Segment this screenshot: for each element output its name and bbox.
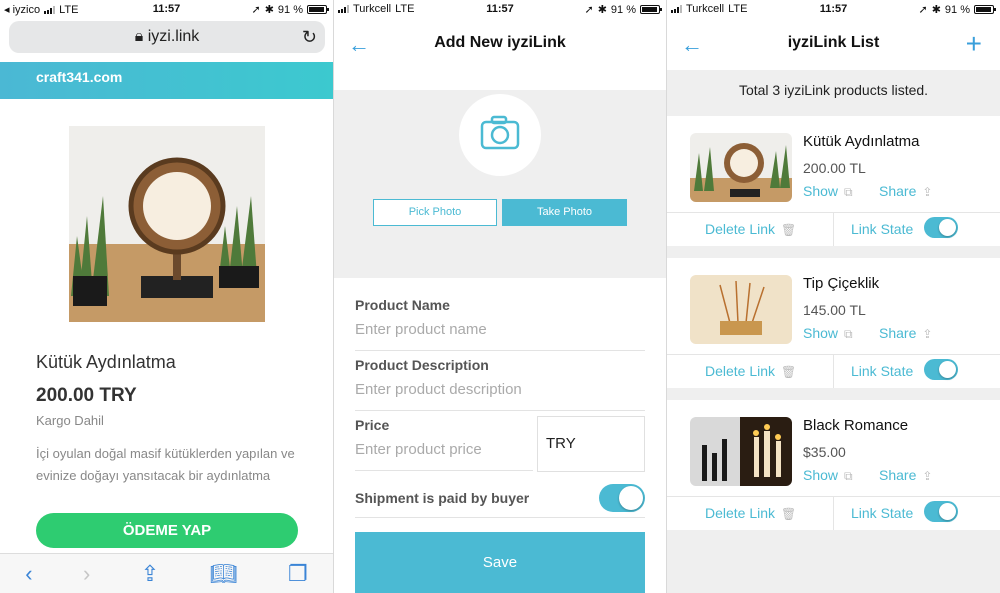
address-bar[interactable]: 🔒︎ iyzi.link ↻ bbox=[9, 21, 325, 53]
product-description-input[interactable]: Enter product description bbox=[355, 381, 645, 398]
delete-link-button[interactable]: Delete Link 🗑︎ bbox=[705, 363, 796, 379]
product-name-field[interactable]: Product Name Enter product name bbox=[355, 297, 645, 351]
item-price: 200.00 TL bbox=[803, 160, 866, 176]
battery-percent: 91 % bbox=[610, 3, 636, 16]
nav-bar: ← Add New iyziLink bbox=[334, 20, 666, 70]
bluetooth-icon: ✱ bbox=[597, 4, 607, 16]
link-list-screen: Turkcell LTE 11:57 ➚ ✱ 91 % ← iyziLink L… bbox=[667, 0, 1000, 593]
list-item: Black Romance $35.00 Show ⧉ Share ⇪ Delete… bbox=[667, 400, 1000, 530]
product-name-label: Product Name bbox=[355, 297, 450, 313]
show-link[interactable]: Show ⧉ bbox=[803, 467, 853, 484]
share-link[interactable]: Share ⇪ bbox=[879, 467, 932, 483]
link-state-label: Link State bbox=[851, 221, 914, 237]
total-count: Total 3 iyziLink products listed. bbox=[738, 82, 929, 98]
page-title: Add New iyziLink bbox=[434, 34, 566, 51]
currency-select[interactable]: TRY bbox=[537, 416, 645, 472]
item-name: Tip Çiçeklik bbox=[803, 275, 880, 292]
status-bar: Turkcell LTE 11:57 ➚ ✱ 91 % bbox=[667, 0, 1000, 18]
item-price: $35.00 bbox=[803, 444, 846, 460]
share-icon: ⇪ bbox=[922, 327, 933, 341]
external-link-icon: ⧉ bbox=[844, 327, 853, 341]
shipment-row: Shipment is paid by buyer bbox=[355, 484, 645, 518]
location-icon: ➚ bbox=[918, 4, 928, 16]
nav-bar: ← iyziLink List + bbox=[667, 20, 1000, 70]
status-bar: ◂ iyzico LTE 11:57 ➚ ✱ 91 % bbox=[0, 0, 333, 18]
battery-icon bbox=[974, 5, 996, 14]
shipment-toggle[interactable] bbox=[599, 484, 645, 512]
share-link[interactable]: Share ⇪ bbox=[879, 183, 932, 199]
trash-icon: 🗑︎ bbox=[781, 365, 797, 379]
product-description-field[interactable]: Product Description Enter product descri… bbox=[355, 357, 645, 411]
price-input[interactable]: Enter product price bbox=[355, 441, 533, 458]
delete-link-button[interactable]: Delete Link 🗑︎ bbox=[705, 505, 796, 521]
product-thumbnail bbox=[690, 275, 792, 344]
tabs-icon[interactable]: ❐ bbox=[288, 561, 308, 587]
link-state-toggle[interactable] bbox=[924, 359, 958, 380]
link-state-label: Link State bbox=[851, 363, 914, 379]
bookmarks-icon[interactable]: 📖︎ bbox=[210, 561, 238, 587]
site-header: craft341.com bbox=[0, 62, 333, 99]
shipping-note: Kargo Dahil bbox=[36, 413, 104, 428]
item-price: 145.00 TL bbox=[803, 302, 866, 318]
reload-icon[interactable]: ↻ bbox=[302, 21, 317, 53]
pay-button[interactable]: ÖDEME YAP bbox=[36, 513, 298, 548]
external-link-icon: ⧉ bbox=[844, 185, 853, 199]
battery-icon bbox=[307, 5, 329, 14]
product-image bbox=[69, 126, 265, 322]
link-state-toggle[interactable] bbox=[924, 501, 958, 522]
battery-percent: 91 % bbox=[944, 3, 970, 16]
list-item: Kütük Aydınlatma 200.00 TL Show ⧉ Share ⇪ … bbox=[667, 116, 1000, 246]
delete-link-button[interactable]: Delete Link 🗑︎ bbox=[705, 221, 796, 237]
share-icon: ⇪ bbox=[922, 469, 933, 483]
forward-icon[interactable]: › bbox=[83, 561, 90, 587]
show-link[interactable]: Show ⧉ bbox=[803, 325, 853, 342]
link-state-label: Link State bbox=[851, 505, 914, 521]
share-link[interactable]: Share ⇪ bbox=[879, 325, 932, 341]
product-thumbnail bbox=[690, 417, 792, 486]
pick-photo-button[interactable]: Pick Photo bbox=[373, 199, 497, 226]
product-name-input[interactable]: Enter product name bbox=[355, 321, 645, 338]
site-name[interactable]: craft341.com bbox=[36, 69, 122, 85]
location-icon: ➚ bbox=[584, 4, 594, 16]
shipment-label: Shipment is paid by buyer bbox=[355, 490, 530, 506]
external-link-icon: ⧉ bbox=[844, 469, 853, 483]
back-icon[interactable]: ‹ bbox=[25, 561, 32, 587]
item-name: Kütük Aydınlatma bbox=[803, 133, 920, 150]
photo-picker-area: Pick Photo Take Photo bbox=[334, 90, 666, 278]
save-button[interactable]: Save bbox=[355, 532, 645, 593]
battery-icon bbox=[640, 5, 662, 14]
item-name: Black Romance bbox=[803, 417, 909, 434]
lock-icon: 🔒︎ bbox=[134, 28, 144, 45]
add-link-screen: Turkcell LTE 11:57 ➚ ✱ 91 % ← Add New iy… bbox=[334, 0, 666, 593]
product-description: İçi oyulan doğal masif kütüklerden yapıl… bbox=[36, 446, 295, 483]
show-link[interactable]: Show ⧉ bbox=[803, 183, 853, 200]
product-description-label: Product Description bbox=[355, 357, 489, 373]
trash-icon: 🗑︎ bbox=[781, 223, 797, 237]
price-field[interactable]: Price Enter product price bbox=[355, 417, 533, 471]
battery-percent: 91 % bbox=[277, 3, 303, 16]
url-text: iyzi.link bbox=[147, 28, 200, 45]
safari-toolbar: ‹ › ⇪ 📖︎ ❐ bbox=[0, 553, 333, 593]
page-title: iyziLink List bbox=[787, 34, 880, 51]
camera-icon[interactable] bbox=[459, 94, 541, 176]
share-icon: ⇪ bbox=[922, 185, 933, 199]
trash-icon: 🗑︎ bbox=[781, 507, 797, 521]
product-thumbnail bbox=[690, 133, 792, 202]
status-bar: Turkcell LTE 11:57 ➚ ✱ 91 % bbox=[334, 0, 666, 18]
link-state-toggle[interactable] bbox=[924, 217, 958, 238]
product-title: Kütük Aydınlatma bbox=[36, 352, 176, 372]
bluetooth-icon: ✱ bbox=[264, 4, 274, 16]
price-label: Price bbox=[355, 417, 390, 433]
safari-product-screen: ◂ iyzico LTE 11:57 ➚ ✱ 91 % 🔒︎ iyzi.link… bbox=[0, 0, 333, 593]
location-icon: ➚ bbox=[251, 4, 261, 16]
product-price: 200.00 TRY bbox=[36, 385, 137, 406]
list-item: Tip Çiçeklik 145.00 TL Show ⧉ Share ⇪ Dele… bbox=[667, 258, 1000, 388]
bluetooth-icon: ✱ bbox=[931, 4, 941, 16]
add-icon[interactable]: + bbox=[966, 28, 982, 60]
take-photo-button[interactable]: Take Photo bbox=[502, 199, 627, 226]
share-icon[interactable]: ⇪ bbox=[141, 561, 159, 587]
